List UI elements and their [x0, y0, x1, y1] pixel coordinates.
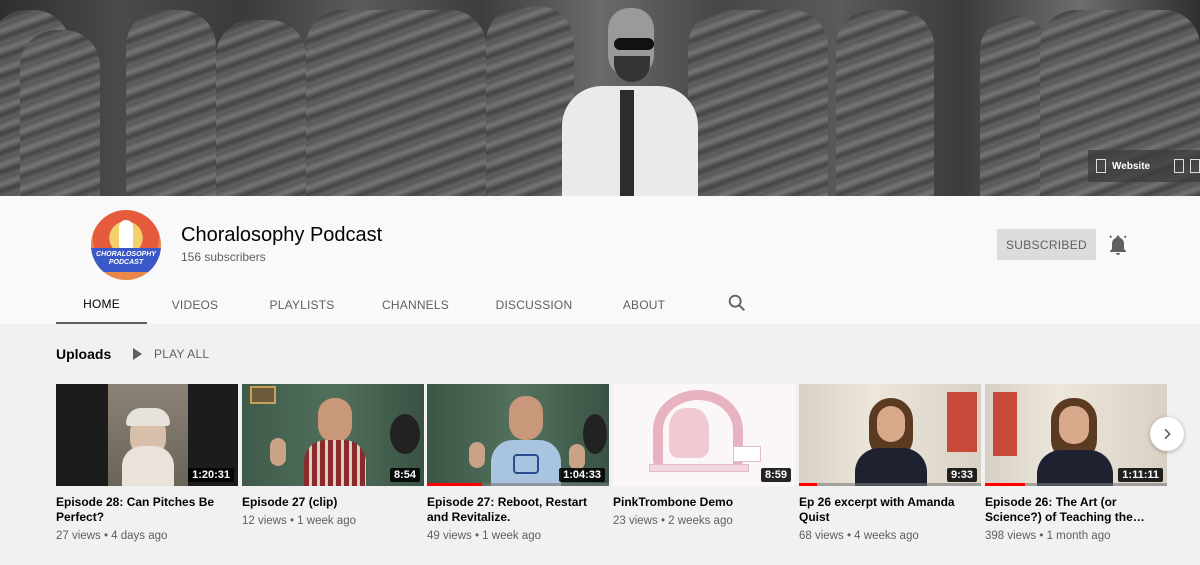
watch-progress: [985, 483, 1026, 486]
video-card[interactable]: 8:59 PinkTrombone Demo 23 views • 2 week…: [613, 384, 795, 527]
tab-videos[interactable]: VIDEOS: [147, 286, 243, 324]
banner-statue: [216, 20, 306, 196]
play-icon: [133, 348, 142, 360]
search-icon[interactable]: [726, 292, 748, 314]
video-age: 1 week ago: [297, 515, 356, 527]
chevron-right-icon: [1164, 428, 1171, 440]
channel-name: Choralosophy Podcast: [181, 224, 383, 246]
video-duration: 1:04:33: [559, 468, 605, 482]
video-meta: 49 views • 1 week ago: [427, 530, 541, 542]
tab-playlists[interactable]: PLAYLISTS: [243, 286, 361, 324]
video-thumbnail[interactable]: 1:11:11: [985, 384, 1167, 486]
play-all-label: PLAY ALL: [154, 347, 210, 361]
website-link[interactable]: Website: [1112, 161, 1150, 172]
website-link-icon: [1096, 159, 1106, 173]
video-age: 1 month ago: [1046, 530, 1111, 542]
next-shelf-button[interactable]: [1150, 417, 1184, 451]
watch-progress: [427, 483, 482, 486]
banner-statue: [836, 10, 934, 196]
video-meta: 12 views • 1 week ago: [242, 515, 356, 527]
video-age: 2 weeks ago: [668, 515, 733, 527]
video-title[interactable]: Episode 26: The Art (or Science?) of Tea…: [985, 495, 1167, 525]
avatar-text: CHORALOSOPHY PODCAST: [96, 251, 156, 266]
video-card[interactable]: 1:20:31 Episode 28: Can Pitches Be Perfe…: [56, 384, 238, 542]
banner-statue: [126, 10, 216, 196]
video-duration: 1:20:31: [188, 468, 234, 482]
video-views: 23 views: [613, 515, 658, 527]
watch-progress: [799, 483, 818, 486]
video-thumbnail[interactable]: 1:20:31: [56, 384, 238, 486]
video-duration: 9:33: [946, 468, 977, 482]
uploads-title[interactable]: Uploads: [56, 346, 111, 362]
video-title[interactable]: Episode 27 (clip): [242, 495, 424, 510]
channel-tabs: HOME VIDEOS PLAYLISTS CHANNELS DISCUSSIO…: [56, 286, 690, 324]
video-views: 398 views: [985, 530, 1037, 542]
banner-statue: [306, 10, 486, 196]
video-title[interactable]: Ep 26 excerpt with Amanda Quist: [799, 495, 981, 525]
tab-discussion[interactable]: DISCUSSION: [470, 286, 598, 324]
channel-header: CHORALOSOPHY PODCAST Choralosophy Podcas…: [0, 196, 1200, 324]
video-views: 27 views: [56, 530, 101, 542]
video-meta: 23 views • 2 weeks ago: [613, 515, 733, 527]
video-age: 4 days ago: [111, 530, 168, 542]
video-thumbnail[interactable]: 1:04:33: [427, 384, 609, 486]
video-thumbnail[interactable]: 8:59: [613, 384, 795, 486]
video-title[interactable]: Episode 28: Can Pitches Be Perfect?: [56, 495, 238, 525]
video-meta: 68 views • 4 weeks ago: [799, 530, 919, 542]
video-views: 12 views: [242, 515, 287, 527]
subscriber-count: 156 subscribers: [181, 250, 266, 264]
notification-bell-icon[interactable]: [1106, 233, 1130, 257]
video-card[interactable]: 9:33 Ep 26 excerpt with Amanda Quist 68 …: [799, 384, 981, 542]
social-link-icon[interactable]: [1174, 159, 1185, 173]
social-link-icon[interactable]: [1190, 159, 1200, 173]
channel-banner: Website: [0, 0, 1200, 196]
video-card[interactable]: 1:04:33 Episode 27: Reboot, Restart and …: [427, 384, 609, 542]
video-duration: 8:54: [389, 468, 420, 482]
video-card[interactable]: 8:54 Episode 27 (clip) 12 views • 1 week…: [242, 384, 424, 527]
video-title[interactable]: PinkTrombone Demo: [613, 495, 795, 510]
banner-person: [558, 0, 698, 196]
video-title[interactable]: Episode 27: Reboot, Restart and Revitali…: [427, 495, 609, 525]
tab-home[interactable]: HOME: [56, 286, 147, 324]
tab-channels[interactable]: CHANNELS: [361, 286, 470, 324]
video-age: 4 weeks ago: [854, 530, 919, 542]
video-meta: 398 views • 1 month ago: [985, 530, 1111, 542]
tab-about[interactable]: ABOUT: [598, 286, 690, 324]
subscribed-button[interactable]: SUBSCRIBED: [997, 229, 1096, 260]
channel-avatar[interactable]: CHORALOSOPHY PODCAST: [91, 210, 161, 280]
banner-statue: [20, 30, 100, 196]
play-all-button[interactable]: PLAY ALL: [133, 347, 209, 361]
video-views: 68 views: [799, 530, 844, 542]
banner-statue: [688, 10, 828, 196]
video-thumbnail[interactable]: 9:33: [799, 384, 981, 486]
video-meta: 27 views • 4 days ago: [56, 530, 168, 542]
video-card[interactable]: 1:11:11 Episode 26: The Art (or Science?…: [985, 384, 1167, 542]
video-duration: 1:11:11: [1118, 468, 1163, 482]
video-thumbnail[interactable]: 8:54: [242, 384, 424, 486]
video-age: 1 week ago: [482, 530, 541, 542]
banner-links[interactable]: Website: [1088, 150, 1200, 182]
video-views: 49 views: [427, 530, 472, 542]
video-duration: 8:59: [760, 468, 791, 482]
